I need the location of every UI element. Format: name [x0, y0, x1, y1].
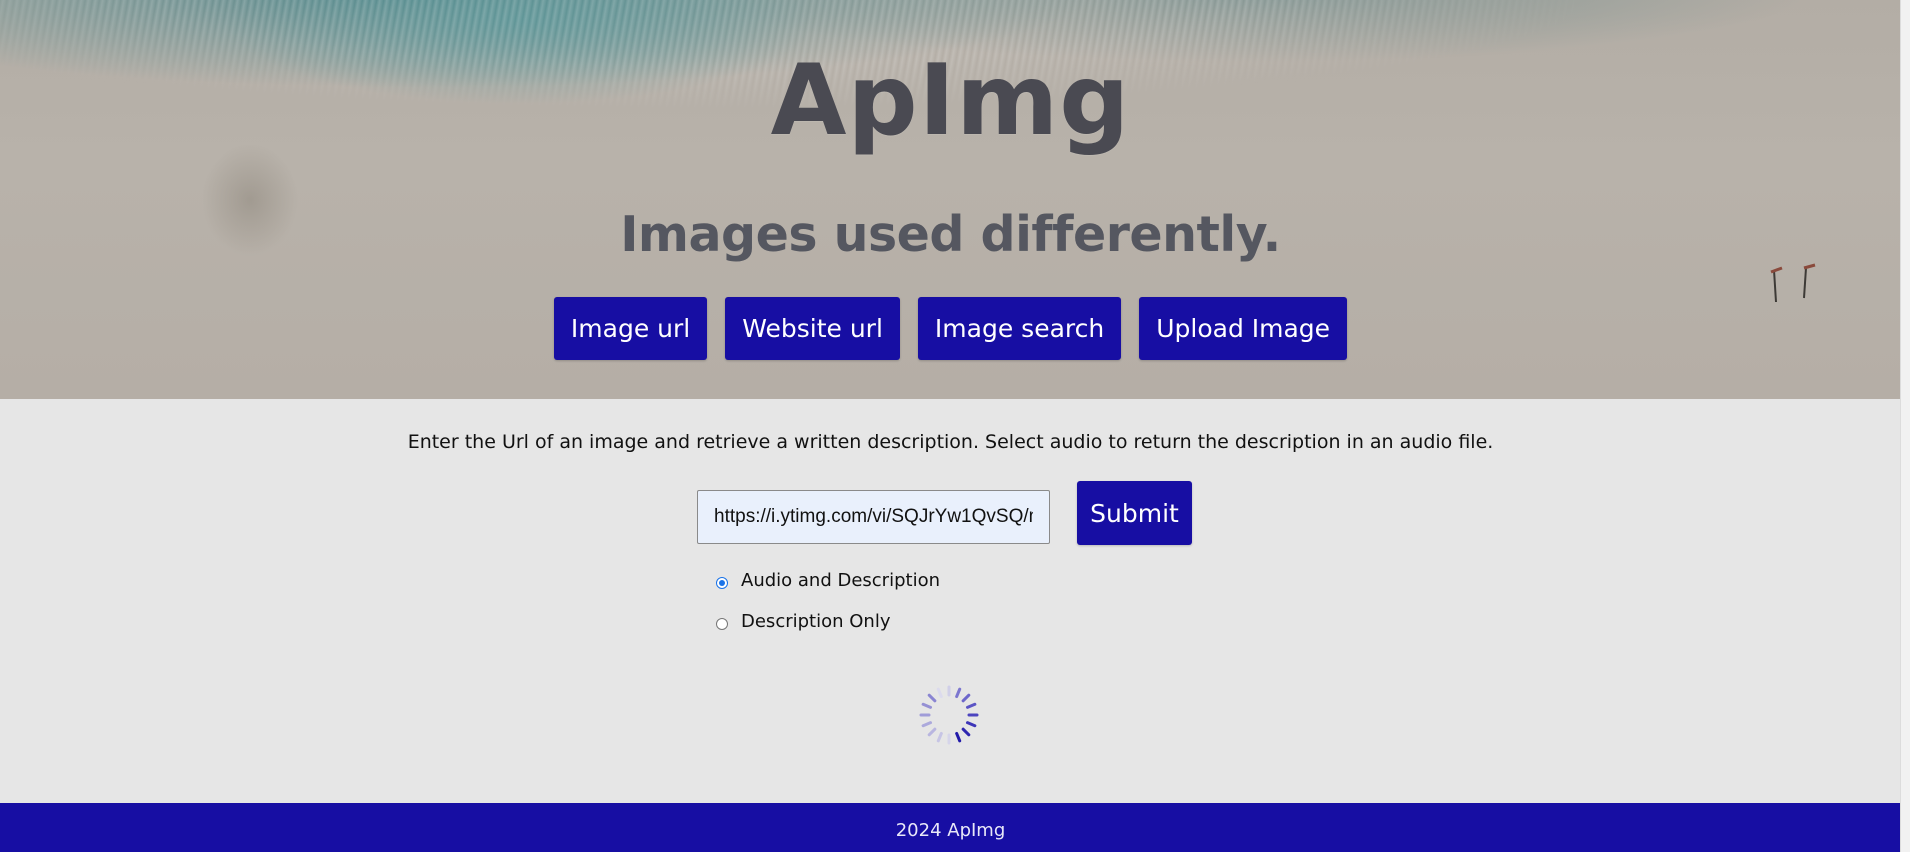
upload-image-button[interactable]: Upload Image	[1139, 297, 1348, 360]
image-url-input[interactable]	[697, 490, 1050, 544]
description-only-label: Description Only	[741, 611, 891, 632]
site-footer: 2024 ApImg	[0, 803, 1901, 852]
submit-button[interactable]: Submit	[1077, 481, 1192, 545]
image-search-button[interactable]: Image search	[917, 297, 1122, 360]
footer-copyright: 2024 ApImg	[895, 820, 1006, 841]
image-url-button[interactable]: Image url	[553, 297, 708, 360]
page-scrollbar[interactable]	[1900, 0, 1910, 852]
audio-and-description-label: Audio and Description	[741, 570, 940, 591]
description-only-radio[interactable]	[716, 617, 728, 630]
site-title: ApImg	[770, 44, 1131, 158]
website-url-button[interactable]: Website url	[725, 297, 900, 360]
mode-navigation: Image url Website url Image search Uploa…	[0, 297, 1901, 360]
site-tagline: Images used differently.	[620, 206, 1281, 263]
page: ApImg Images used differently. Image url…	[0, 0, 1901, 852]
instructions-text: Enter the Url of an image and retrieve a…	[407, 431, 1494, 453]
spinner-icon	[919, 685, 979, 745]
audio-and-description-radio[interactable]	[716, 576, 728, 589]
main-content: Enter the Url of an image and retrieve a…	[0, 399, 1901, 803]
audio-and-description-option[interactable]: Audio and Description	[716, 570, 940, 591]
hero-banner: ApImg Images used differently. Image url…	[0, 0, 1901, 399]
description-only-option[interactable]: Description Only	[716, 611, 890, 632]
